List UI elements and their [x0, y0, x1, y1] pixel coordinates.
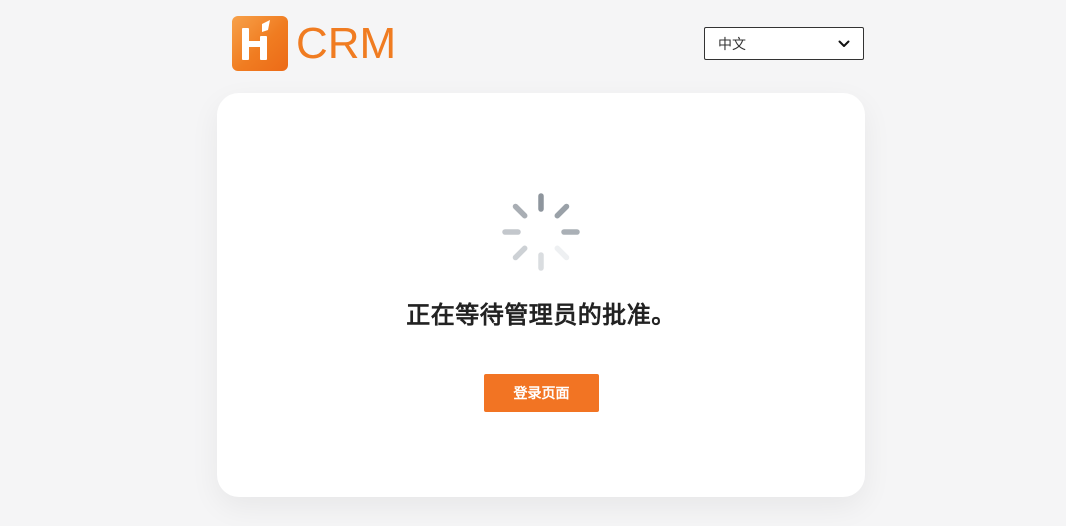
language-select[interactable]: 中文 — [704, 27, 864, 60]
login-page-button[interactable]: 登录页面 — [484, 374, 599, 412]
brand-logo: CRM — [232, 16, 396, 71]
loading-spinner-icon — [502, 193, 580, 271]
chevron-down-icon — [838, 40, 850, 47]
hcrm-h-logo-icon — [232, 16, 288, 71]
status-card: 正在等待管理员的批准。 登录页面 — [217, 93, 865, 497]
status-message: 正在等待管理员的批准。 — [406, 301, 676, 329]
brand-name: CRM — [296, 19, 397, 68]
language-select-value: 中文 — [718, 36, 746, 53]
